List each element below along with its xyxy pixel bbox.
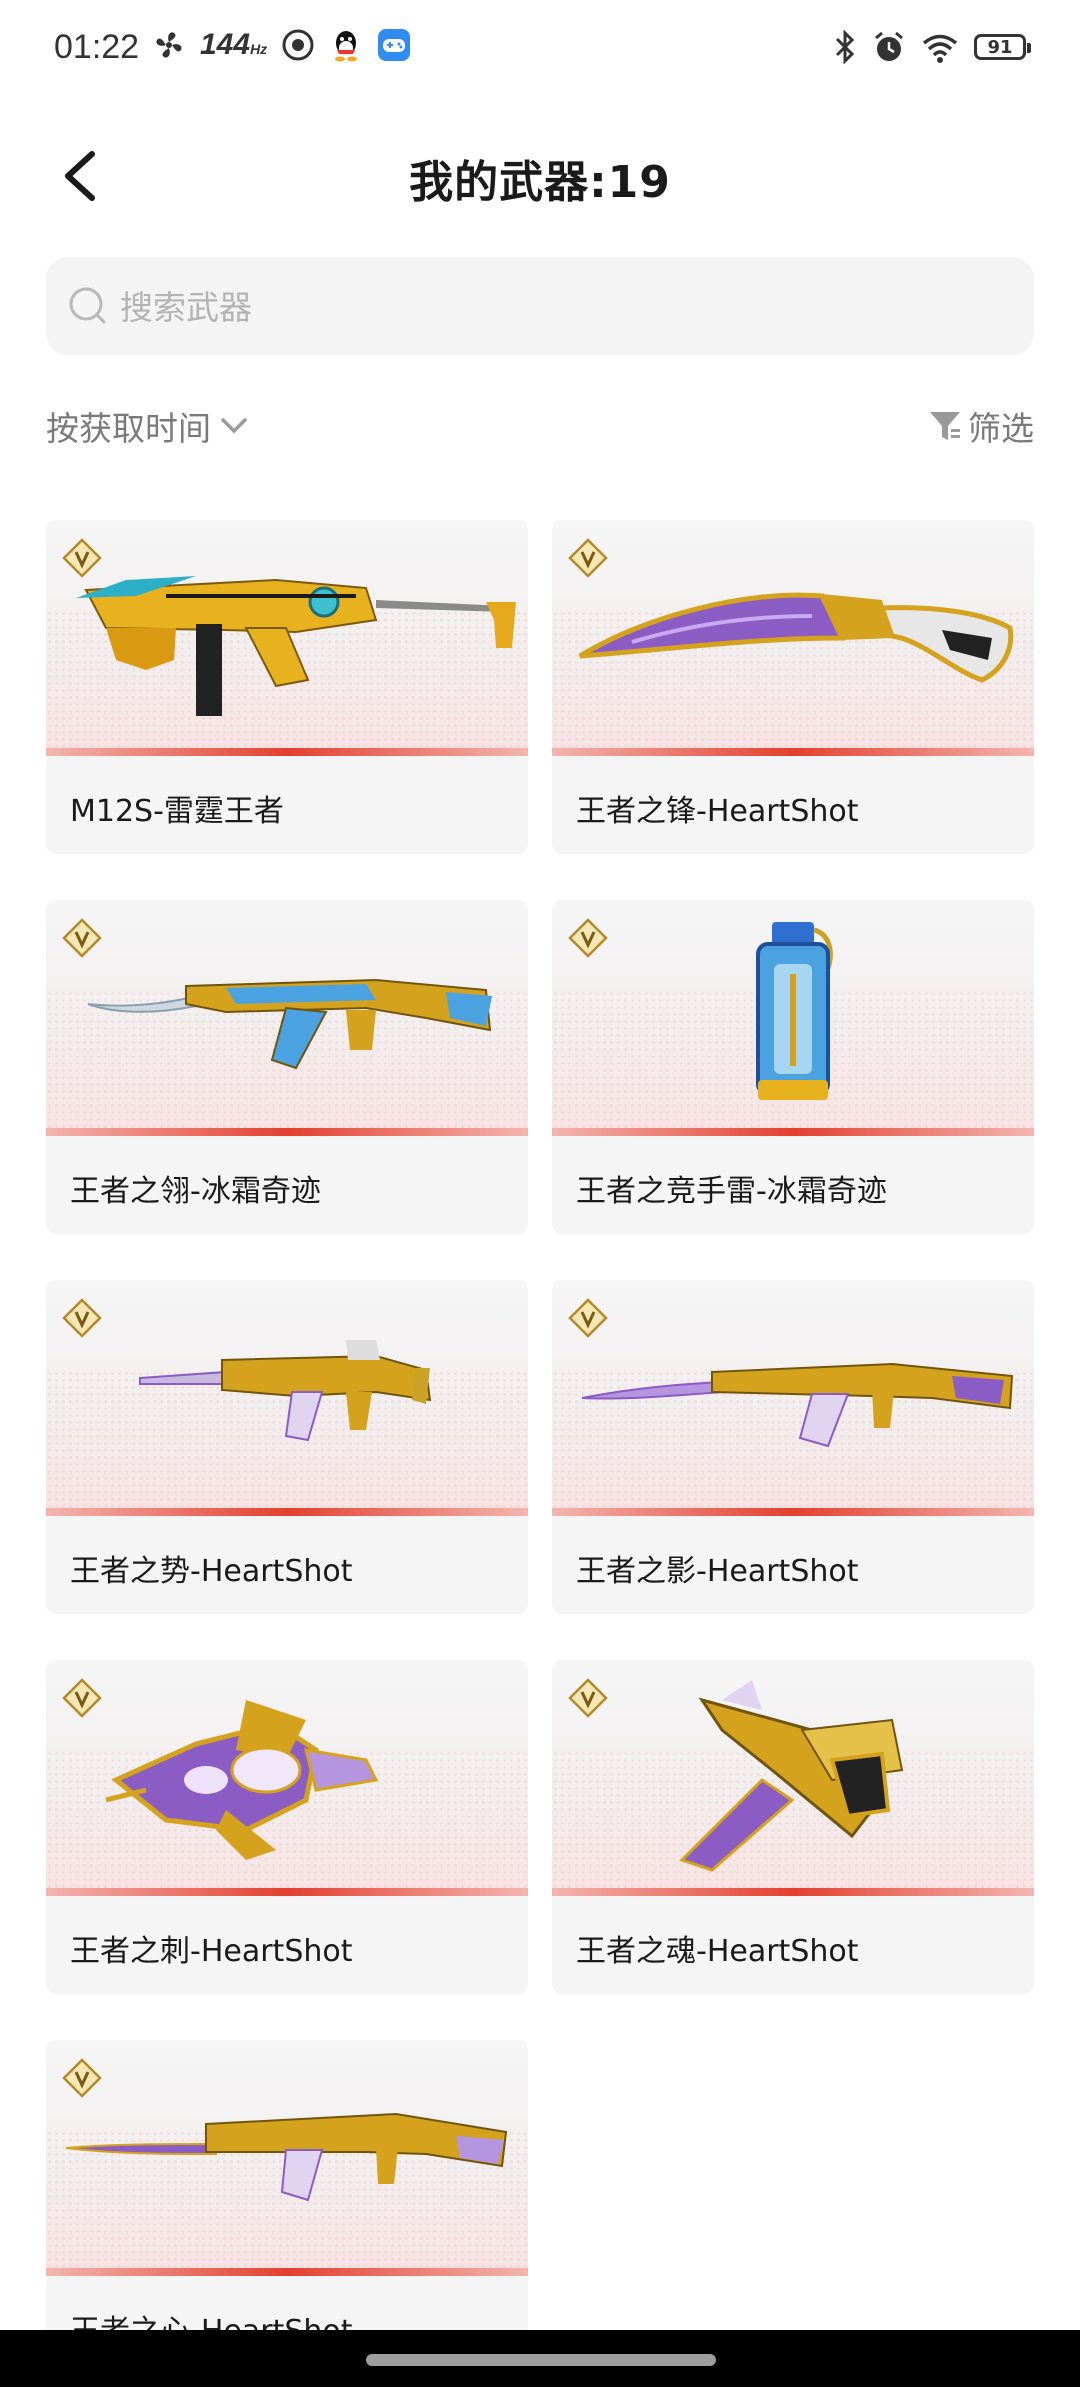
sort-dropdown[interactable]: 按获取时间 — [46, 402, 249, 450]
card-accent-line — [552, 1128, 1034, 1136]
card-accent-line — [46, 748, 528, 756]
battery-indicator: 91 — [974, 34, 1031, 60]
pistol-gold-icon — [679, 1680, 904, 1872]
smg-gold-icon — [76, 576, 516, 716]
weapon-card[interactable]: 王者之魂-HeartShot — [552, 1660, 1034, 1994]
rank-badge-icon — [568, 918, 608, 958]
weapon-image-area — [46, 900, 528, 1136]
weapon-card[interactable]: 王者之心-HeartShot — [46, 2040, 528, 2374]
sort-label: 按获取时间 — [46, 409, 211, 448]
status-right-icons: 91 — [832, 30, 1031, 64]
card-accent-line — [552, 748, 1034, 756]
system-nav-bar — [0, 2330, 1080, 2387]
gun-ornate-purple-icon — [105, 1700, 379, 1860]
weapon-name: 王者之翎-冰霜奇迹 — [70, 1174, 321, 1209]
rank-badge-icon — [568, 538, 608, 578]
card-accent-line — [46, 1888, 528, 1896]
alarm-icon — [875, 31, 903, 61]
card-accent-line — [552, 1508, 1034, 1516]
weapon-card[interactable]: M12S-雷霆王者 — [46, 520, 528, 854]
rifle-ak-bayonet-gold-icon — [65, 2112, 508, 2202]
weapon-card[interactable]: 王者之刺-HeartShot — [46, 1660, 528, 1994]
status-bar: 01:22 144Hz 91 — [0, 0, 1080, 100]
weapon-name: 王者之竞手雷-冰霜奇迹 — [576, 1174, 887, 1209]
fan-icon — [156, 32, 182, 58]
weapon-name: 王者之势-HeartShot — [70, 1554, 353, 1589]
qq-icon — [335, 31, 358, 62]
weapon-image-area — [46, 2040, 528, 2276]
grenade-blue-icon — [756, 922, 833, 1100]
weapon-card[interactable]: 王者之势-HeartShot — [46, 1280, 528, 1614]
weapon-name: M12S-雷霆王者 — [70, 794, 284, 829]
weapon-image-area — [552, 520, 1034, 756]
rank-badge-icon — [62, 918, 102, 958]
weapon-name: 王者之刺-HeartShot — [70, 1934, 353, 1969]
bluetooth-icon — [835, 30, 855, 64]
weapon-image-area — [552, 900, 1034, 1136]
rifle-m4-gold-icon — [139, 1340, 432, 1442]
chevron-down-icon — [221, 418, 247, 434]
search-icon — [69, 287, 106, 324]
rank-badge-icon — [568, 1298, 608, 1338]
weapon-image-area — [46, 1660, 528, 1896]
knife-purple-gold-icon — [578, 592, 1014, 683]
rank-badge-icon — [62, 538, 102, 578]
card-accent-line — [552, 1888, 1034, 1896]
rank-badge-icon — [62, 1678, 102, 1718]
weapon-image-area — [552, 1280, 1034, 1516]
search-box[interactable] — [46, 257, 1034, 357]
rank-badge-icon — [62, 1298, 102, 1338]
weapon-card[interactable]: 王者之锋-HeartShot — [552, 520, 1034, 854]
filter-icon — [930, 412, 960, 440]
status-time: 01:22 — [54, 28, 140, 66]
status-left-icons: 144Hz — [152, 28, 411, 62]
weapon-card[interactable]: 王者之影-HeartShot — [552, 1280, 1034, 1614]
weapon-image-area — [46, 1280, 528, 1516]
rifle-ice-gold-icon — [87, 978, 492, 1070]
rank-badge-icon — [568, 1678, 608, 1718]
game-center-icon — [378, 29, 411, 61]
card-accent-line — [46, 1508, 528, 1516]
weapon-name: 王者之魂-HeartShot — [576, 1934, 859, 1969]
search-input[interactable] — [118, 257, 1002, 357]
weapon-name: 王者之锋-HeartShot — [576, 794, 859, 829]
rank-badge-icon — [62, 2058, 102, 2098]
refresh-rate: 144Hz — [200, 28, 268, 61]
card-accent-line — [46, 1128, 528, 1136]
filter-button[interactable]: 筛选 — [928, 402, 1034, 450]
home-indicator[interactable] — [366, 2354, 716, 2366]
wifi-icon — [922, 34, 958, 63]
page-title: 我的武器:19 — [409, 157, 671, 208]
filter-label: 筛选 — [968, 409, 1034, 448]
rifle-ak-gold-icon — [581, 1362, 1014, 1448]
card-accent-line — [46, 2268, 528, 2276]
assistant-icon — [282, 29, 314, 61]
weapon-image-area — [552, 1660, 1034, 1896]
weapon-image-area — [46, 520, 528, 756]
weapon-card[interactable]: 王者之翎-冰霜奇迹 — [46, 900, 528, 1234]
weapon-card[interactable]: 王者之竞手雷-冰霜奇迹 — [552, 900, 1034, 1234]
weapon-name: 王者之影-HeartShot — [576, 1554, 859, 1589]
